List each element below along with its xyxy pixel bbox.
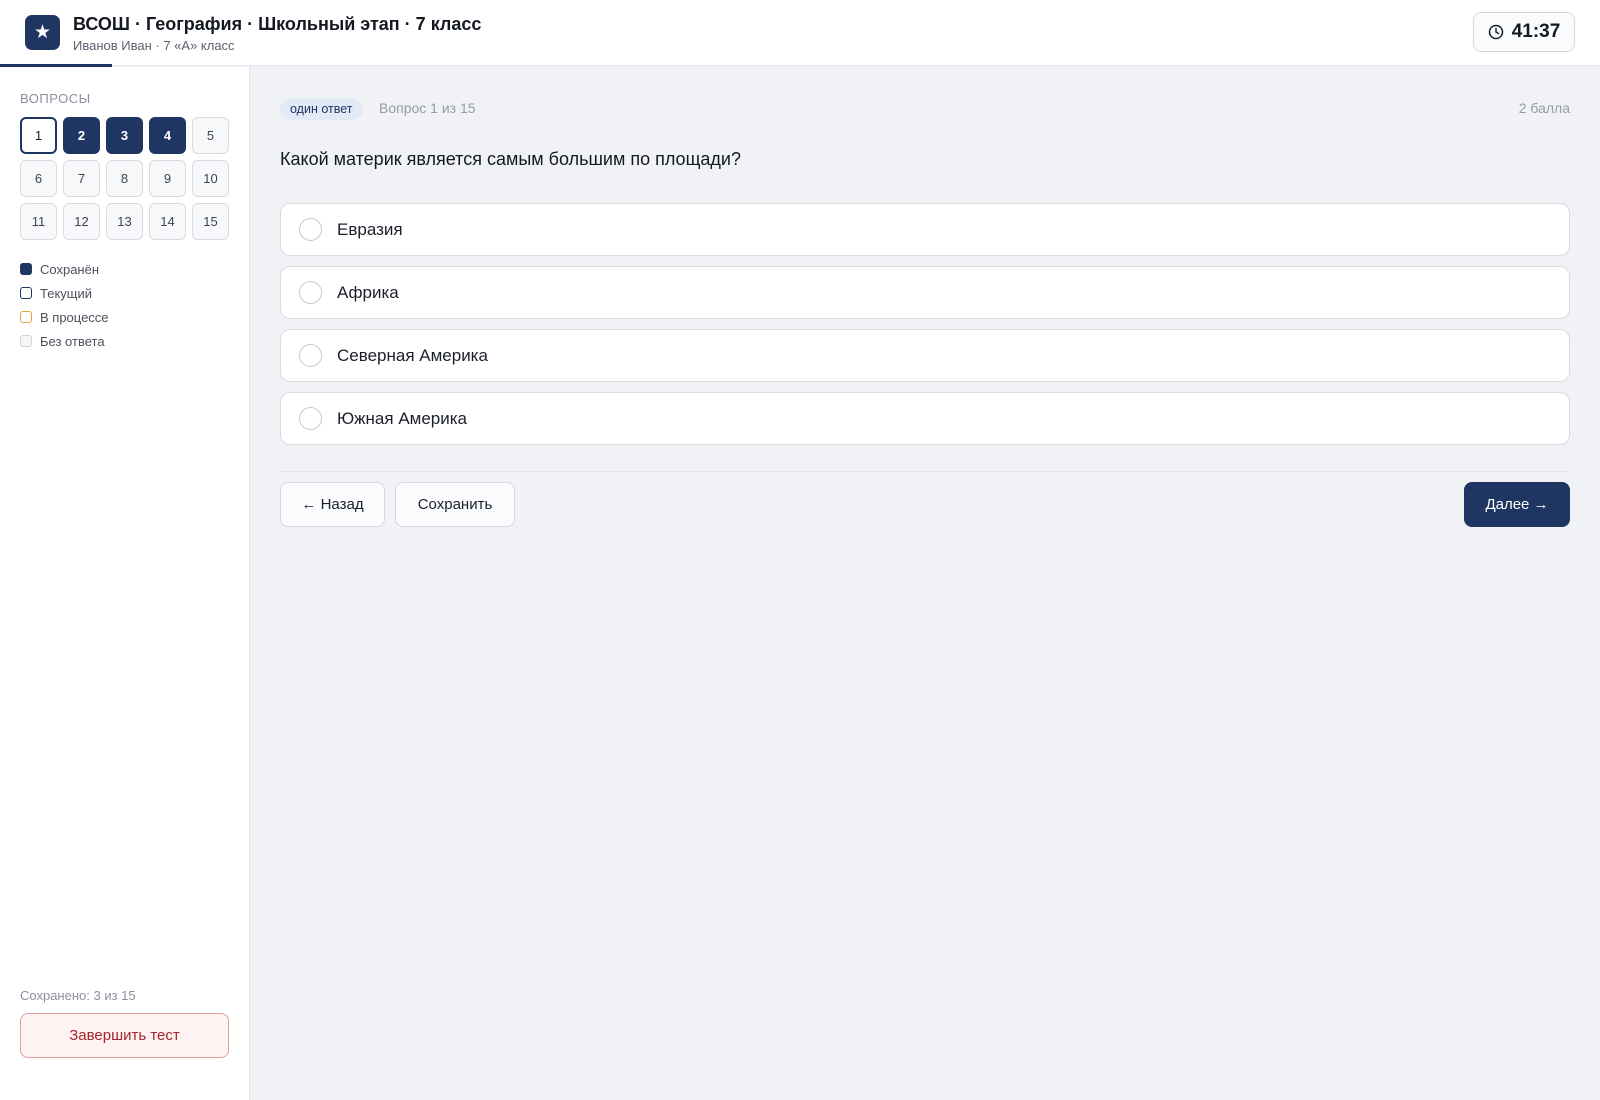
legend-item: В процессе: [20, 305, 109, 329]
answer-option-label: Африка: [337, 283, 399, 302]
answer-option-label: Евразия: [337, 220, 403, 239]
divider: [280, 471, 1570, 472]
answer-option[interactable]: Южная Америка: [280, 392, 1570, 445]
question-nav-button[interactable]: 5: [192, 117, 229, 154]
status-legend: Сохранён Текущий В процессе Без ответа: [20, 257, 109, 353]
legend-swatch: [20, 263, 32, 275]
answer-option-label: Северная Америка: [337, 346, 488, 365]
legend-item: Сохранён: [20, 257, 109, 281]
question-nav-button[interactable]: 10: [192, 160, 229, 197]
question-counter: Вопрос 1 из 15: [379, 100, 476, 116]
question-grid: 1 2 3 4 5 6 7 8 9 10 11 12 13 14 15: [20, 117, 232, 240]
question-nav-button[interactable]: 1: [20, 117, 57, 154]
radio-button[interactable]: [299, 344, 322, 367]
question-nav-button[interactable]: 11: [20, 203, 57, 240]
question-nav-button[interactable]: 2: [63, 117, 100, 154]
star-icon: ★: [25, 15, 60, 50]
legend-label: Сохранён: [40, 261, 100, 277]
answer-option[interactable]: Евразия: [280, 203, 1570, 256]
timer: 41:37: [1473, 12, 1575, 52]
question-nav-button[interactable]: 3: [106, 117, 143, 154]
question-nav-button[interactable]: 4: [149, 117, 186, 154]
question-nav-button[interactable]: 13: [106, 203, 143, 240]
legend-swatch: [20, 287, 32, 299]
radio-button[interactable]: [299, 218, 322, 241]
save-button[interactable]: Сохранить: [395, 482, 515, 527]
student-info: Иванов Иван · 7 «А» класс: [73, 38, 235, 53]
question-nav-button[interactable]: 7: [63, 160, 100, 197]
radio-button[interactable]: [299, 407, 322, 430]
legend-label: Без ответа: [40, 333, 105, 349]
question-points: 2 балла: [1518, 100, 1570, 116]
saved-count: Сохранено: 3 из 15: [20, 988, 136, 1003]
radio-button[interactable]: [299, 281, 322, 304]
question-nav-button[interactable]: 12: [63, 203, 100, 240]
question-panel: один ответ Вопрос 1 из 15 2 балла Какой …: [250, 67, 1600, 1100]
finish-test-button[interactable]: Завершить тест: [20, 1013, 229, 1058]
question-nav-button[interactable]: 14: [149, 203, 186, 240]
answer-options: Евразия Африка Северная Америка Южная Амери…: [280, 203, 1570, 455]
answer-option[interactable]: Африка: [280, 266, 1570, 319]
legend-swatch: [20, 311, 32, 323]
question-nav-button[interactable]: 6: [20, 160, 57, 197]
sidebar-heading: Вопросы: [20, 91, 91, 106]
timer-value: 41:37: [1511, 21, 1561, 42]
clock-icon: [1488, 24, 1503, 40]
answer-option[interactable]: Северная Америка: [280, 329, 1570, 382]
question-text: Какой материк является самым большим по …: [280, 149, 741, 169]
top-header: ★ ВСОШ · География · Школьный этап · 7 к…: [0, 0, 1600, 67]
question-sidebar: Вопросы 1 2 3 4 5 6 7 8 9 10 11 12 13 14 15 Сохранён Те…: [0, 67, 250, 1100]
legend-label: В процессе: [40, 309, 109, 325]
question-nav-button[interactable]: 15: [192, 203, 229, 240]
legend-swatch: [20, 335, 32, 347]
legend-item: Без ответа: [20, 329, 109, 353]
back-button[interactable]: ← Назад: [280, 482, 385, 527]
question-nav-button[interactable]: 8: [106, 160, 143, 197]
question-type-badge: один ответ: [280, 98, 363, 120]
legend-label: Текущий: [40, 285, 92, 301]
page-title: ВСОШ · География · Школьный этап · 7 кла…: [73, 14, 482, 34]
question-nav-button[interactable]: 9: [149, 160, 186, 197]
next-button[interactable]: Далее →: [1464, 482, 1570, 527]
legend-item: Текущий: [20, 281, 109, 305]
answer-option-label: Южная Америка: [337, 409, 468, 428]
